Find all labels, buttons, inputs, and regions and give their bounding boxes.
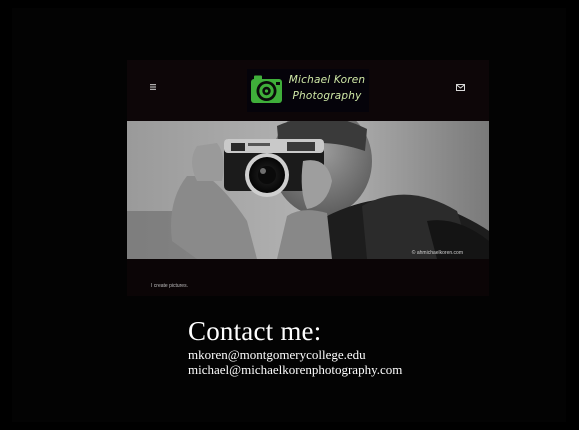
photo-credit: © ahmichaelkoren.com xyxy=(411,250,463,256)
logo-text: Michael Koren Photography xyxy=(287,72,367,104)
photographer-with-camera-image xyxy=(127,121,489,259)
logo-text-line1: Michael Koren xyxy=(288,74,366,86)
site-logo[interactable]: Michael Koren Photography xyxy=(247,69,369,112)
camera-icon xyxy=(251,75,282,103)
contact-section: Contact me: mkoren@montgomerycollege.edu… xyxy=(188,315,402,377)
email-link-montgomery[interactable]: mkoren@montgomerycollege.edu xyxy=(188,347,402,362)
menu-icon[interactable] xyxy=(149,83,157,91)
site-header: Michael Koren Photography xyxy=(127,60,489,121)
logo-text-line2: Photography xyxy=(292,90,362,102)
website-screenshot: Michael Koren Photography © ahmichaelkor… xyxy=(127,60,489,296)
email-link-personal[interactable]: michael@michaelkorenphotography.com xyxy=(188,362,402,377)
tagline: I create pictures. xyxy=(151,283,188,289)
mail-icon[interactable] xyxy=(456,84,465,91)
contact-heading: Contact me: xyxy=(188,316,322,346)
page: Michael Koren Photography © ahmichaelkor… xyxy=(0,0,579,430)
hero-photo: © ahmichaelkoren.com xyxy=(127,121,489,259)
